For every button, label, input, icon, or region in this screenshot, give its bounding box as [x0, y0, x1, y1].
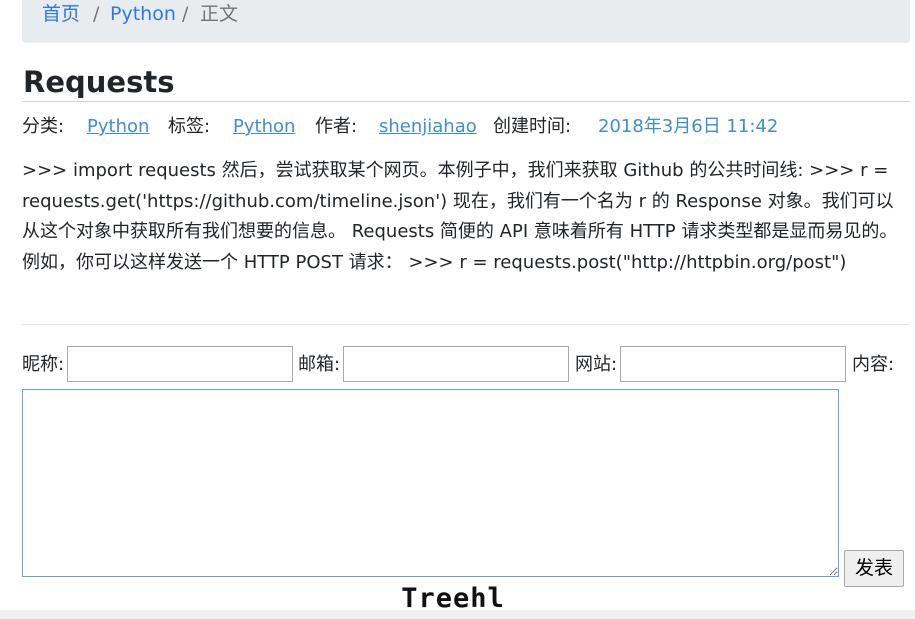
post-body: >>> import requests 然后，尝试获取某个网页。本例子中，我们来…: [22, 160, 898, 273]
website-label: 网站:: [575, 354, 618, 375]
nickname-label: 昵称:: [22, 354, 65, 375]
tags-label: 标签:: [168, 116, 211, 137]
comment-content-textarea[interactable]: [22, 389, 839, 577]
category-label: 分类:: [22, 116, 65, 137]
breadcrumb: 首页 / Python / 正文: [22, 0, 910, 43]
post-title: Requests: [23, 65, 175, 99]
title-divider: [22, 101, 910, 102]
email-label: 邮箱:: [298, 354, 341, 375]
breadcrumb-separator: /: [182, 3, 189, 25]
created-time: 2018年3月6日 11:42: [598, 116, 779, 137]
breadcrumb-category-link[interactable]: Python: [110, 1, 176, 27]
content-label: 内容:: [852, 354, 895, 375]
author-link[interactable]: shenjiahao: [379, 115, 477, 139]
email-input[interactable]: [343, 346, 569, 382]
tag-link[interactable]: Python: [233, 115, 295, 139]
footer-band: [0, 610, 915, 619]
nickname-input[interactable]: [67, 346, 293, 382]
author-label: 作者:: [315, 116, 358, 137]
category-link[interactable]: Python: [87, 115, 149, 139]
submit-comment-button[interactable]: 发表: [844, 550, 904, 587]
page: 首页 / Python / 正文 Requests 分类: Python 标签:…: [0, 0, 915, 619]
website-input[interactable]: [620, 346, 846, 382]
breadcrumb-separator: /: [93, 3, 100, 25]
content-divider: [22, 324, 910, 325]
breadcrumb-home-link[interactable]: 首页: [42, 1, 80, 27]
created-label: 创建时间:: [493, 116, 572, 137]
breadcrumb-current: 正文: [200, 3, 239, 25]
